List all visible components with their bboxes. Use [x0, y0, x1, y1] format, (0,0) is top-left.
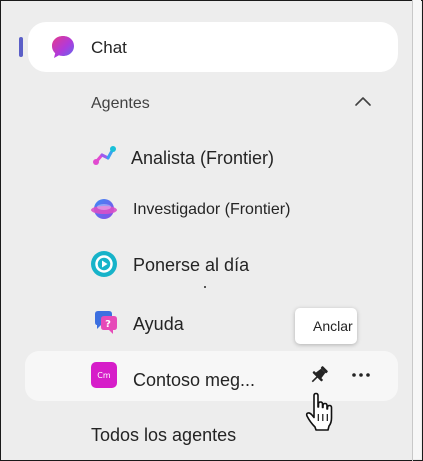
researcher-icon	[91, 199, 117, 219]
agent-item-analista[interactable]: Analista (Frontier)	[131, 148, 274, 169]
chat-icon	[52, 36, 74, 58]
hand-cursor-icon	[305, 392, 333, 431]
svg-text:Cm: Cm	[97, 371, 111, 380]
catch-up-icon	[91, 251, 117, 277]
analyst-icon	[93, 146, 116, 165]
agent-item-ponerse-al-dia[interactable]: Ponerse al día	[133, 255, 249, 276]
chat-nav-item[interactable]	[28, 22, 398, 72]
pin-tooltip: Anclar	[295, 308, 357, 344]
agent-item-ayuda[interactable]: Ayuda	[133, 314, 184, 335]
more-options-icon[interactable]	[350, 368, 372, 382]
scrollbar-track[interactable]	[413, 0, 421, 459]
chat-label: Chat	[91, 38, 127, 57]
text-artifact	[204, 286, 206, 288]
selected-indicator	[19, 37, 23, 57]
contoso-icon: Cm	[91, 362, 117, 388]
agent-item-contoso-label: Contoso meg...	[133, 370, 256, 390]
all-agents-link[interactable]: Todos los agentes	[91, 425, 236, 446]
pin-icon[interactable]	[308, 364, 330, 386]
help-icon: ?	[95, 311, 117, 334]
agents-section-header: Agentes	[91, 95, 150, 112]
agent-item-investigador[interactable]: Investigador (Frontier)	[133, 201, 290, 219]
pin-tooltip-text: Anclar	[313, 318, 353, 334]
chevron-up-icon[interactable]	[353, 94, 373, 108]
svg-text:?: ?	[105, 319, 111, 330]
